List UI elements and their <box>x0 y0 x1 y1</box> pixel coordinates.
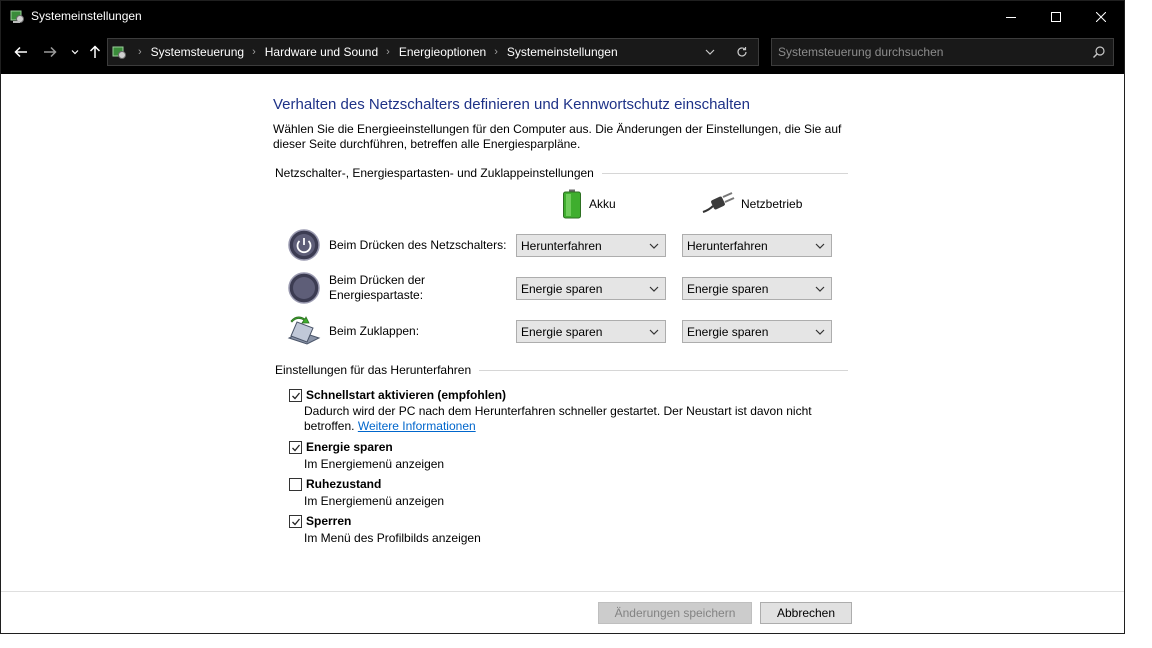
power-button-plugged-in-select[interactable]: Herunterfahren <box>682 234 832 257</box>
title-bar: Systemeinstellungen <box>1 1 1124 32</box>
option-label[interactable]: Ruhezustand <box>306 477 381 491</box>
forward-button[interactable] <box>40 42 60 62</box>
chevron-down-icon <box>815 329 825 335</box>
sleep-button-plugged-in-select[interactable]: Energie sparen <box>682 277 832 300</box>
power-plug-icon <box>702 192 735 213</box>
page-title: Verhalten des Netzschalters definieren u… <box>273 96 750 113</box>
save-changes-button[interactable]: Änderungen speichern <box>598 602 752 624</box>
lock-option[interactable]: Sperren <box>289 514 351 528</box>
sleep-checkbox[interactable] <box>289 441 302 454</box>
battery-icon <box>563 189 581 219</box>
divider <box>479 369 848 371</box>
breadcrumb-item[interactable]: Hardware und Sound <box>265 45 378 59</box>
sleep-button-battery-select[interactable]: Energie sparen <box>516 277 666 300</box>
address-history-button[interactable] <box>702 44 718 60</box>
selected-value: Energie sparen <box>687 282 769 296</box>
navigation-bar: › Systemsteuerung › Hardware und Sound ›… <box>1 32 1124 74</box>
option-description: Im Menü des Profilbilds anzeigen <box>304 531 481 545</box>
lid-close-battery-select[interactable]: Energie sparen <box>516 320 666 343</box>
checkmark-icon <box>291 518 300 525</box>
checkmark-icon <box>291 392 300 399</box>
lid-close-plugged-in-select[interactable]: Energie sparen <box>682 320 832 343</box>
selected-value: Energie sparen <box>521 282 603 296</box>
footer-divider <box>1 591 1124 592</box>
close-button[interactable] <box>1078 1 1124 32</box>
power-buttons-section-header: Netzschalter-, Energiespartasten- und Zu… <box>275 166 848 180</box>
breadcrumb: › Systemsteuerung › Hardware und Sound ›… <box>130 39 618 65</box>
power-button-battery-select[interactable]: Herunterfahren <box>516 234 666 257</box>
option-label[interactable]: Energie sparen <box>306 440 393 454</box>
arrow-right-icon <box>44 46 57 58</box>
maximize-button[interactable] <box>1033 1 1079 32</box>
hibernate-checkbox[interactable] <box>289 478 302 491</box>
column-label: Akku <box>589 197 616 211</box>
power-button-action-label: Beim Drücken des Netzschalters: <box>329 238 507 252</box>
search-icon[interactable] <box>1092 45 1106 59</box>
option-label[interactable]: Schnellstart aktivieren (empfohlen) <box>306 388 506 402</box>
arrow-left-icon <box>14 46 27 58</box>
selected-value: Herunterfahren <box>521 239 602 253</box>
option-description: Im Energiemenü anzeigen <box>304 494 445 508</box>
checkmark-icon <box>291 444 300 451</box>
minimize-button[interactable] <box>988 1 1034 32</box>
fast-startup-checkbox[interactable] <box>289 389 302 402</box>
search-input[interactable] <box>778 43 1078 61</box>
option-description: Im Energiemenü anzeigen <box>304 457 445 471</box>
sleep-button-action-label: Beim Drücken der Energiespartaste: <box>329 273 426 302</box>
selected-value: Energie sparen <box>521 325 603 339</box>
divider <box>601 172 848 174</box>
recent-locations-button[interactable] <box>65 42 85 62</box>
lock-checkbox[interactable] <box>289 515 302 528</box>
section-title: Netzschalter-, Energiespartasten- und Zu… <box>275 166 594 180</box>
up-button[interactable] <box>85 42 105 62</box>
chevron-down-icon <box>815 286 825 292</box>
sleep-option[interactable]: Energie sparen <box>289 440 393 454</box>
close-icon <box>1096 11 1106 22</box>
shutdown-section-header: Einstellungen für das Herunterfahren <box>275 363 848 377</box>
selected-value: Herunterfahren <box>687 239 768 253</box>
more-info-link[interactable]: Weitere Informationen <box>358 419 476 433</box>
section-title: Einstellungen für das Herunterfahren <box>275 363 472 377</box>
chevron-down-icon <box>705 49 715 55</box>
breadcrumb-item[interactable]: Systemeinstellungen <box>507 45 618 59</box>
window: Systemeinstellungen › Systemsteuerung › … <box>0 0 1125 634</box>
refresh-icon <box>737 47 747 57</box>
column-battery: Akku <box>561 188 616 220</box>
breadcrumb-separator[interactable]: › <box>386 46 390 58</box>
arrow-up-icon <box>89 45 101 58</box>
window-title: Systemeinstellungen <box>31 9 142 23</box>
control-panel-icon <box>112 46 126 59</box>
back-button[interactable] <box>11 42 31 62</box>
search-box[interactable] <box>771 38 1114 66</box>
laptop-lid-icon <box>287 316 321 345</box>
chevron-down-icon <box>649 243 659 249</box>
chevron-down-icon <box>649 329 659 335</box>
option-description: Dadurch wird der PC nach dem Herunterfah… <box>304 404 824 434</box>
address-bar[interactable]: › Systemsteuerung › Hardware und Sound ›… <box>107 38 759 66</box>
breadcrumb-separator[interactable]: › <box>494 46 498 58</box>
chevron-down-icon <box>815 243 825 249</box>
selected-value: Energie sparen <box>687 325 769 339</box>
breadcrumb-separator: › <box>138 46 142 58</box>
power-button-icon <box>288 229 320 261</box>
control-panel-icon <box>10 10 24 23</box>
chevron-down-icon <box>71 50 79 55</box>
option-label[interactable]: Sperren <box>306 514 351 528</box>
column-plugged-in: Netzbetrieb <box>701 188 802 220</box>
lid-close-action-label: Beim Zuklappen: <box>329 324 420 338</box>
refresh-button[interactable] <box>734 44 750 60</box>
minimize-icon <box>1006 16 1016 18</box>
breadcrumb-item[interactable]: Energieoptionen <box>399 45 486 59</box>
sleep-button-icon <box>288 272 320 304</box>
maximize-icon <box>1051 11 1061 22</box>
hibernate-option[interactable]: Ruhezustand <box>289 477 381 491</box>
breadcrumb-separator[interactable]: › <box>252 46 256 58</box>
cancel-button[interactable]: Abbrechen <box>760 602 852 624</box>
page-description: Wählen Sie die Energieeinstellungen für … <box>273 122 842 151</box>
fast-startup-option[interactable]: Schnellstart aktivieren (empfohlen) <box>289 388 506 402</box>
breadcrumb-item[interactable]: Systemsteuerung <box>151 45 244 59</box>
chevron-down-icon <box>649 286 659 292</box>
column-label: Netzbetrieb <box>741 197 803 211</box>
